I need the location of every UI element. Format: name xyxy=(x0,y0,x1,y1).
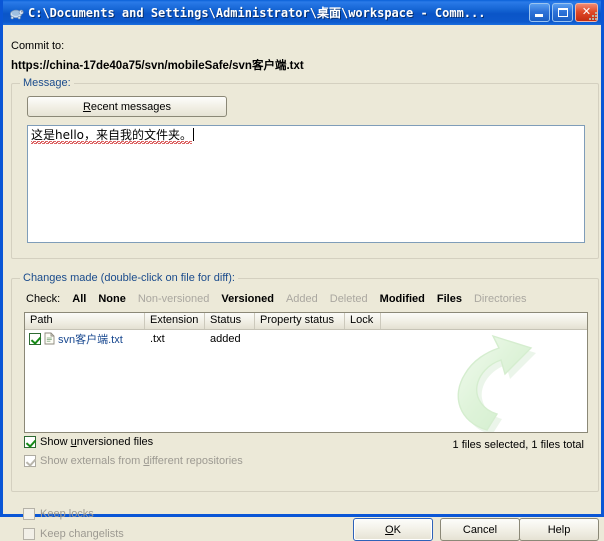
check-link-deleted: Deleted xyxy=(329,293,368,305)
keep-locks-label: Keep locks xyxy=(40,508,94,520)
changes-group-label: Changes made (double-click on file for d… xyxy=(20,272,238,284)
checkbox-box xyxy=(23,528,35,540)
ok-button[interactable]: OK xyxy=(353,518,433,541)
check-link-modified[interactable]: Modified xyxy=(380,293,425,305)
column-header-property-status[interactable]: Property status xyxy=(255,313,345,329)
column-header-lock[interactable]: Lock xyxy=(345,313,381,329)
show-externals-checkbox: Show externals from different repositori… xyxy=(24,455,243,467)
file-count-status: 1 files selected, 1 files total xyxy=(452,439,584,451)
check-link-directories: Directories xyxy=(473,293,527,305)
cell-path: svn客户端.txt xyxy=(25,331,145,347)
text-file-icon xyxy=(44,332,55,345)
commit-to-label: Commit to: xyxy=(11,40,65,52)
cell-status: added xyxy=(210,332,241,345)
column-header-status[interactable]: Status xyxy=(205,313,255,329)
check-link-all[interactable]: All xyxy=(72,293,86,305)
commit-dialog-window: C:\Documents and Settings\Administrator\… xyxy=(0,0,604,541)
resize-grip[interactable] xyxy=(586,10,598,22)
cancel-button[interactable]: Cancel xyxy=(440,518,520,541)
checkbox-box xyxy=(24,436,36,448)
window-title: C:\Documents and Settings\Administrator\… xyxy=(28,6,486,20)
help-label: Help xyxy=(547,523,571,536)
green-commit-arrow-icon xyxy=(439,332,559,432)
column-header-path[interactable]: Path xyxy=(25,313,145,329)
check-label: Check: xyxy=(26,293,61,305)
commit-url: https://china-17de40a75/svn/mobileSafe/s… xyxy=(11,60,304,72)
recent-messages-button[interactable]: Recent messages xyxy=(27,96,227,117)
ok-accel: O xyxy=(385,523,394,536)
check-links-row: Check: All None Non-versioned Versioned Adde… xyxy=(26,293,539,305)
commit-message-text: 这是hello，来自我的文件夹。 xyxy=(31,128,192,144)
text-caret xyxy=(193,128,194,141)
show-unversioned-files-checkbox[interactable]: Show unversioned files xyxy=(24,436,153,448)
show-externals-label: Show externals from different repositori… xyxy=(40,455,243,467)
check-link-versioned[interactable]: Versioned xyxy=(221,293,274,305)
cancel-label: Cancel xyxy=(462,523,498,536)
row-path: svn客户端.txt xyxy=(58,333,123,346)
ok-label: K xyxy=(393,523,401,536)
recent-messages-accel: R xyxy=(82,100,91,113)
maximize-button[interactable] xyxy=(552,3,573,22)
changes-made-group: Changes made (double-click on file for d… xyxy=(11,272,599,492)
keep-changelists-checkbox: Keep changelists xyxy=(23,528,124,540)
check-link-added: Added xyxy=(285,293,318,305)
commit-message-input[interactable]: 这是hello，来自我的文件夹。 xyxy=(27,125,585,243)
table-row[interactable]: svn客户端.txt .txt added xyxy=(25,330,587,347)
checkbox-box xyxy=(24,455,36,467)
recent-messages-label: ecent messages xyxy=(90,100,172,113)
changes-list-body[interactable]: svn客户端.txt .txt added xyxy=(25,330,587,432)
minimize-button[interactable] xyxy=(529,3,550,22)
keep-locks-checkbox: Keep locks xyxy=(23,508,94,520)
title-bar[interactable]: C:\Documents and Settings\Administrator\… xyxy=(3,0,601,25)
keep-changelists-label: Keep changelists xyxy=(40,528,124,540)
checkbox-box xyxy=(23,508,35,520)
message-group: Message: Recent messages 这是hello，来自我的文件夹… xyxy=(11,77,599,259)
check-link-none[interactable]: None xyxy=(98,293,126,305)
tortoise-icon xyxy=(7,4,25,22)
row-checkbox[interactable] xyxy=(29,332,41,345)
show-unversioned-files-label: Show unversioned files xyxy=(40,436,154,448)
changes-list-header[interactable]: Path Extension Status Property status Lock xyxy=(25,313,587,330)
check-link-non-versioned: Non-versioned xyxy=(137,293,210,305)
changes-list[interactable]: Path Extension Status Property status Lock xyxy=(24,312,588,433)
column-header-blank[interactable] xyxy=(381,313,587,329)
message-group-label: Message: xyxy=(20,77,74,89)
cell-extension: .txt xyxy=(150,332,165,345)
help-button[interactable]: Help xyxy=(519,518,599,541)
check-link-files[interactable]: Files xyxy=(437,293,462,305)
column-header-extension[interactable]: Extension xyxy=(145,313,205,329)
